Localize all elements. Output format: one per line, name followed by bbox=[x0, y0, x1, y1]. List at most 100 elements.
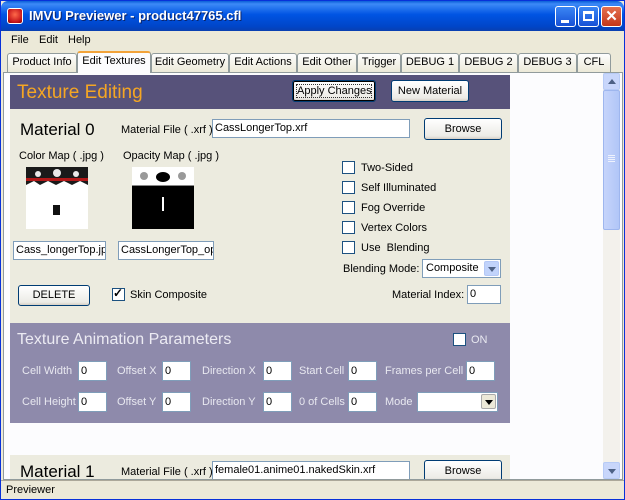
offset-x-input[interactable]: 0 bbox=[162, 361, 191, 381]
use-blending-checkbox[interactable] bbox=[342, 241, 355, 254]
tab-strip: Product Info Edit Textures Edit Geometry… bbox=[1, 51, 624, 73]
opacity-map-thumbnail[interactable] bbox=[132, 167, 194, 229]
color-map-label: Color Map ( .jpg ) bbox=[19, 150, 104, 162]
menu-help[interactable]: Help bbox=[68, 34, 91, 46]
use-blending-label: Use Blending bbox=[361, 242, 430, 254]
material-1-title: Material 1 bbox=[20, 462, 95, 480]
texture-animation-panel: Texture Animation Parameters ON Cell Wid… bbox=[10, 323, 510, 423]
material-file-input[interactable]: CassLongerTop.xrf bbox=[212, 119, 410, 138]
animation-on-checkbox[interactable] bbox=[453, 333, 466, 346]
delete-button[interactable]: DELETE bbox=[18, 285, 90, 306]
vertical-scrollbar[interactable] bbox=[603, 73, 620, 479]
scroll-down-button[interactable] bbox=[603, 462, 620, 479]
minimize-button[interactable] bbox=[555, 6, 576, 27]
cell-width-input[interactable]: 0 bbox=[78, 361, 107, 381]
window-title: IMVU Previewer - product47765.cfl bbox=[29, 8, 242, 23]
self-illuminated-checkbox[interactable] bbox=[342, 181, 355, 194]
tab-content: Texture Editing Apply Changes New Materi… bbox=[3, 72, 623, 480]
opacity-map-label: Opacity Map ( .jpg ) bbox=[123, 150, 219, 162]
material-1-browse-button[interactable]: Browse bbox=[424, 460, 502, 479]
blending-mode-value: Composite bbox=[426, 262, 479, 274]
dropdown-arrow-icon bbox=[481, 394, 496, 409]
menu-bar: File Edit Help bbox=[1, 31, 624, 50]
tab-debug-2[interactable]: DEBUG 2 bbox=[459, 53, 518, 72]
material-0-panel: Material 0 Material File ( .xrf ) CassLo… bbox=[10, 109, 510, 323]
color-map-preview bbox=[26, 167, 88, 229]
num-cells-label: 0 of Cells bbox=[299, 396, 345, 408]
direction-x-label: Direction X bbox=[202, 365, 256, 377]
scrollbar-thumb[interactable] bbox=[603, 90, 620, 230]
start-cell-label: Start Cell bbox=[299, 365, 345, 377]
two-sided-label: Two-Sided bbox=[361, 162, 413, 174]
animation-on-label: ON bbox=[471, 334, 488, 346]
cell-height-label: Cell Height bbox=[22, 396, 76, 408]
close-button[interactable]: ✕ bbox=[601, 6, 622, 27]
offset-y-input[interactable]: 0 bbox=[162, 392, 191, 412]
tab-product-info[interactable]: Product Info bbox=[7, 53, 77, 72]
opacity-map-preview bbox=[132, 167, 194, 229]
frames-per-cell-label: Frames per Cell bbox=[385, 365, 464, 377]
fog-override-label: Fog Override bbox=[361, 202, 426, 214]
texture-editing-header: Texture Editing Apply Changes New Materi… bbox=[10, 75, 510, 109]
browse-button[interactable]: Browse bbox=[424, 118, 502, 140]
material-file-label: Material File ( .xrf ) bbox=[121, 124, 213, 136]
tab-cfl[interactable]: CFL bbox=[577, 53, 611, 72]
vertex-colors-checkbox[interactable] bbox=[342, 221, 355, 234]
animation-title: Texture Animation Parameters bbox=[17, 331, 232, 348]
cell-height-input[interactable]: 0 bbox=[78, 392, 107, 412]
cell-width-label: Cell Width bbox=[22, 365, 73, 377]
fog-override-checkbox[interactable] bbox=[342, 201, 355, 214]
direction-x-input[interactable]: 0 bbox=[263, 361, 292, 381]
num-cells-input[interactable]: 0 bbox=[348, 392, 377, 412]
start-cell-input[interactable]: 0 bbox=[348, 361, 377, 381]
app-window: IMVU Previewer - product47765.cfl ✕ File… bbox=[0, 0, 625, 500]
mode-select[interactable] bbox=[417, 392, 498, 412]
material-1-file-label: Material File ( .xrf ) bbox=[121, 466, 213, 478]
maximize-icon bbox=[583, 11, 594, 21]
apply-changes-button[interactable]: Apply Changes bbox=[292, 80, 376, 102]
material-0-title: Material 0 bbox=[20, 120, 95, 139]
scroll-up-icon bbox=[608, 79, 616, 84]
tab-edit-other[interactable]: Edit Other bbox=[297, 53, 357, 72]
page-title: Texture Editing bbox=[17, 82, 143, 103]
offset-x-label: Offset X bbox=[117, 365, 157, 377]
imvu-app-icon bbox=[7, 8, 23, 24]
scroll-down-icon bbox=[608, 469, 616, 474]
skin-composite-checkbox[interactable]: ✓ bbox=[112, 286, 125, 301]
material-1-file-input[interactable]: female01.anime01.nakedSkin.xrf bbox=[212, 461, 410, 479]
vertex-colors-label: Vertex Colors bbox=[361, 222, 428, 234]
new-material-button[interactable]: New Material bbox=[391, 80, 469, 102]
dropdown-arrow-icon bbox=[484, 261, 499, 276]
scroll-up-button[interactable] bbox=[603, 73, 620, 90]
blending-mode-select[interactable]: Composite bbox=[422, 259, 501, 278]
tab-trigger[interactable]: Trigger bbox=[357, 53, 401, 72]
menu-file[interactable]: File bbox=[11, 34, 29, 46]
direction-y-label: Direction Y bbox=[202, 396, 256, 408]
mode-label: Mode bbox=[385, 396, 413, 408]
tab-debug-1[interactable]: DEBUG 1 bbox=[401, 53, 459, 72]
self-illuminated-label: Self Illuminated bbox=[361, 182, 437, 194]
maximize-button[interactable] bbox=[578, 6, 599, 27]
apply-changes-label: Apply Changes bbox=[296, 84, 372, 98]
tab-edit-textures[interactable]: Edit Textures bbox=[77, 51, 151, 73]
color-map-input[interactable]: Cass_longerTop.jp bbox=[13, 241, 106, 260]
close-icon: ✕ bbox=[605, 8, 618, 25]
material-1-panel: Material 1 Material File ( .xrf ) female… bbox=[10, 455, 510, 480]
material-index-input[interactable]: 0 bbox=[467, 285, 501, 304]
frames-per-cell-input[interactable]: 0 bbox=[466, 361, 495, 381]
skin-composite-label: Skin Composite bbox=[130, 289, 208, 301]
color-map-thumbnail[interactable] bbox=[26, 167, 88, 229]
tab-edit-geometry[interactable]: Edit Geometry bbox=[151, 53, 229, 72]
menu-edit[interactable]: Edit bbox=[39, 34, 58, 46]
tab-debug-3[interactable]: DEBUG 3 bbox=[518, 53, 577, 72]
two-sided-checkbox[interactable] bbox=[342, 161, 355, 174]
status-bar: Previewer bbox=[1, 480, 624, 499]
tab-edit-actions[interactable]: Edit Actions bbox=[229, 53, 297, 72]
offset-y-label: Offset Y bbox=[117, 396, 157, 408]
minimize-icon bbox=[561, 20, 569, 23]
checkmark-icon: ✓ bbox=[113, 286, 124, 300]
title-bar[interactable]: IMVU Previewer - product47765.cfl ✕ bbox=[1, 1, 624, 31]
material-index-label: Material Index: bbox=[392, 289, 465, 301]
opacity-map-input[interactable]: CassLongerTop_op bbox=[118, 241, 214, 260]
direction-y-input[interactable]: 0 bbox=[263, 392, 292, 412]
